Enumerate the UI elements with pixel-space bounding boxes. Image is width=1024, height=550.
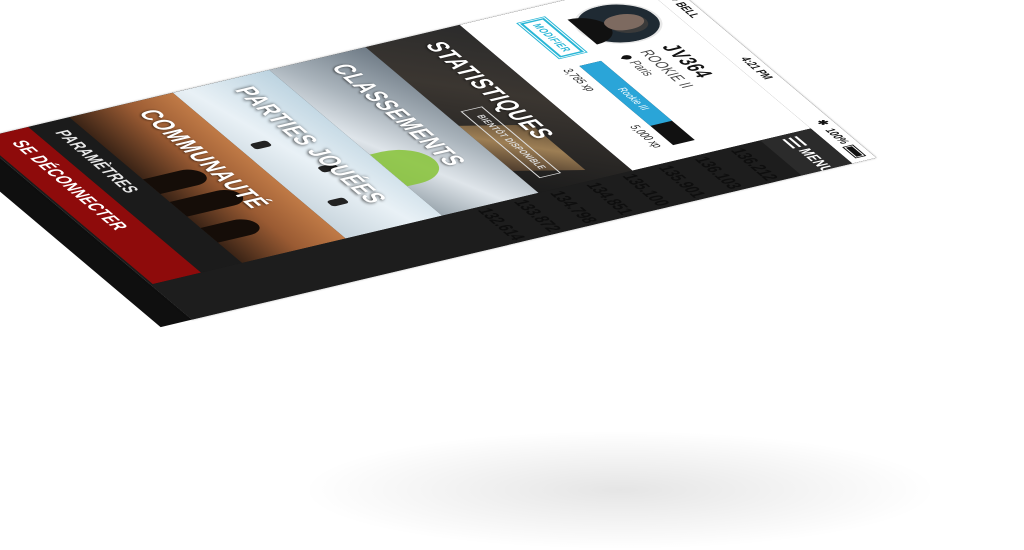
score-unit: pts xyxy=(763,178,788,192)
phone-screen-perspective: ●●●○○ BELL 4:21 PM ✱ 100% MODIFIER JV364… xyxy=(0,0,877,328)
battery-icon xyxy=(842,144,867,159)
device-shadow xyxy=(300,430,940,550)
bluetooth-icon: ✱ xyxy=(812,118,832,127)
score-unit: pts xyxy=(654,204,679,217)
hamburger-icon xyxy=(782,136,808,149)
score-unit: pts xyxy=(690,195,715,209)
score-unit: pts xyxy=(582,221,607,234)
menu-button-label: MENU xyxy=(794,146,840,174)
snowboarder-figure xyxy=(249,140,273,150)
score-unit: pts xyxy=(726,187,751,200)
score-unit: pts xyxy=(618,212,643,226)
map-pin-icon xyxy=(621,54,634,60)
score-unit: pts xyxy=(509,238,535,251)
snowboarder-figure xyxy=(326,197,350,207)
score-unit: pts xyxy=(546,230,571,243)
